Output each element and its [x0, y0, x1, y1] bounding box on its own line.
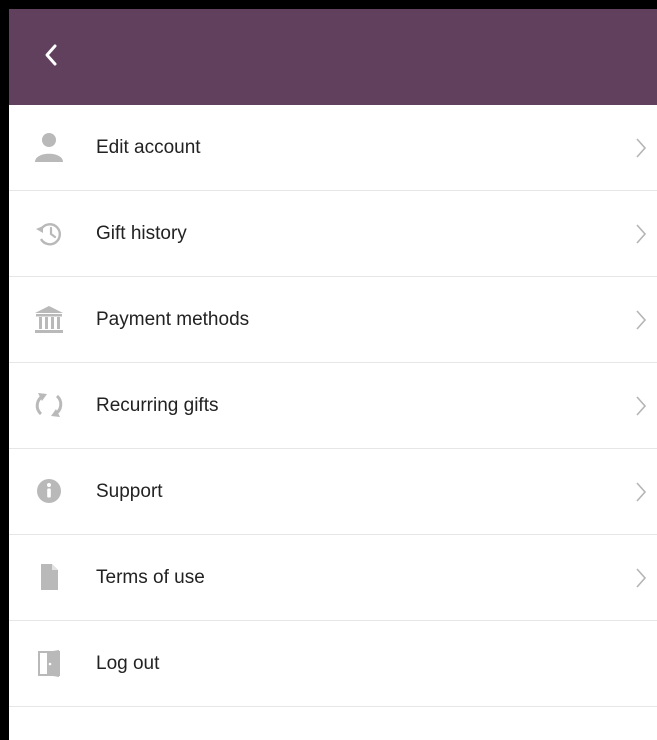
- menu-item-log-out[interactable]: Log out: [9, 621, 657, 707]
- person-icon: [33, 131, 65, 163]
- chevron-right-icon: [636, 396, 647, 416]
- menu-item-payment-methods[interactable]: Payment methods: [9, 277, 657, 363]
- menu-item-recurring-gifts[interactable]: Recurring gifts: [9, 363, 657, 449]
- menu-item-label: Payment methods: [96, 309, 250, 330]
- chevron-left-icon: [45, 44, 57, 66]
- menu-item-gift-history[interactable]: Gift history: [9, 191, 657, 277]
- document-icon: [33, 561, 65, 593]
- back-button[interactable]: [31, 35, 71, 75]
- menu-item-label: Terms of use: [96, 567, 205, 588]
- account-menu-list: Edit account Gift history Payment method…: [9, 105, 657, 707]
- app-header: [9, 9, 657, 105]
- chevron-right-icon: [636, 310, 647, 330]
- menu-item-label: Support: [96, 481, 163, 502]
- menu-item-label: Edit account: [96, 137, 201, 158]
- menu-item-terms-of-use[interactable]: Terms of use: [9, 535, 657, 621]
- info-icon: [33, 475, 65, 507]
- history-icon: [33, 217, 65, 249]
- chevron-right-icon: [636, 224, 647, 244]
- menu-item-label: Recurring gifts: [96, 395, 219, 416]
- device-frame: Edit account Gift history Payment method…: [0, 0, 657, 740]
- menu-item-edit-account[interactable]: Edit account: [9, 105, 657, 191]
- menu-item-support[interactable]: Support: [9, 449, 657, 535]
- menu-item-label: Gift history: [96, 223, 187, 244]
- refresh-icon: [33, 389, 65, 421]
- chevron-right-icon: [636, 138, 647, 158]
- door-icon: [33, 647, 65, 679]
- chevron-right-icon: [636, 482, 647, 502]
- chevron-right-icon: [636, 568, 647, 588]
- bank-icon: [33, 303, 65, 335]
- menu-item-label: Log out: [96, 653, 160, 674]
- account-menu-screen: Edit account Gift history Payment method…: [9, 9, 657, 740]
